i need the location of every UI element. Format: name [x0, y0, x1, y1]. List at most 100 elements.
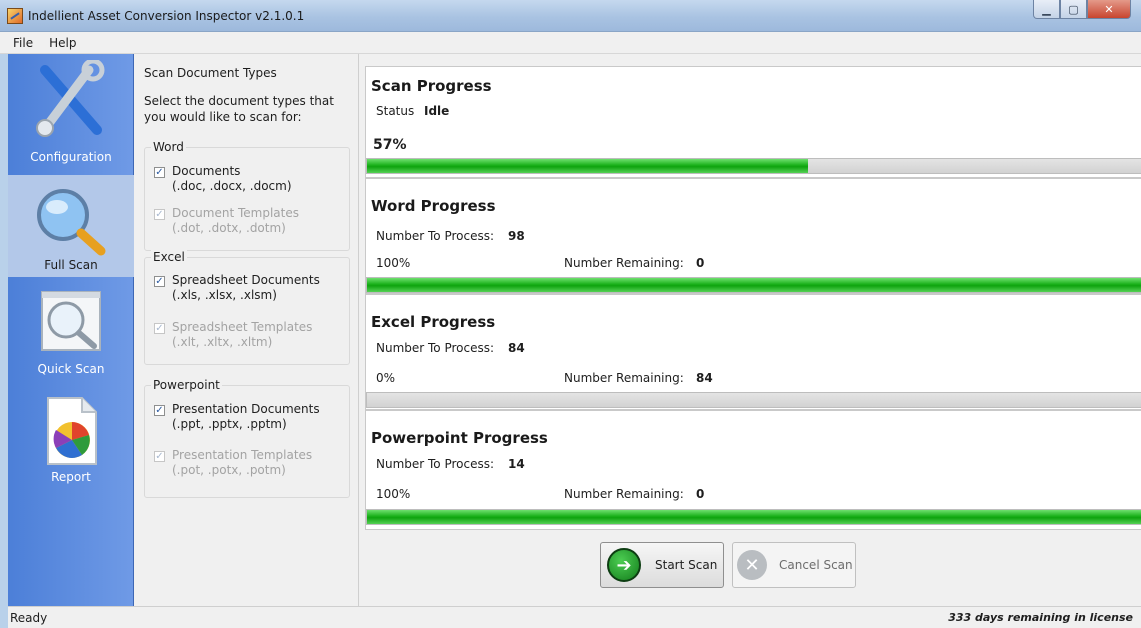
- checkbox-icon[interactable]: ✓: [154, 167, 165, 178]
- client-area: Configuration Full Scan Quick Scan Repor…: [8, 54, 1141, 606]
- status-bar: Ready 333 days remaining in license: [8, 606, 1141, 628]
- excel-remaining-label: Number Remaining:: [564, 371, 684, 385]
- magnifier-window-icon: [41, 291, 101, 351]
- panel-scan-progress: Scan Progress Status Idle 57%: [365, 66, 1141, 178]
- checkbox-ext: (.xlt, .xltx, .xltm): [172, 335, 273, 349]
- options-heading: Scan Document Types: [144, 66, 277, 80]
- magnifier-icon: [37, 189, 106, 256]
- status-text: Ready: [10, 611, 48, 625]
- checkbox-label: Document Templates: [172, 206, 299, 220]
- group-title-excel: Excel: [151, 250, 187, 264]
- checkbox-icon: ✓: [154, 323, 165, 334]
- checkbox-label: Presentation Templates: [172, 448, 313, 462]
- menu-help[interactable]: Help: [41, 36, 84, 50]
- word-progress-title: Word Progress: [371, 197, 496, 215]
- checkbox-excel-documents[interactable]: ✓ Spreadsheet Documents (.xls, .xlsx, .xl…: [154, 273, 320, 303]
- powerpoint-progress-title: Powerpoint Progress: [371, 429, 548, 447]
- cancel-scan-button[interactable]: ✕ Cancel Scan: [732, 542, 856, 588]
- checkbox-label: Spreadsheet Documents: [172, 273, 320, 287]
- nav-item-quick-scan[interactable]: Quick Scan: [8, 280, 134, 390]
- excel-to-process-label: Number To Process:: [376, 341, 495, 355]
- checkbox-ext: (.dot, .dotx, .dotm): [172, 221, 286, 235]
- scan-progress-title: Scan Progress: [371, 77, 492, 95]
- window-controls: ▁ ▢ ✕: [1033, 0, 1131, 20]
- powerpoint-progress-bar: [366, 509, 1141, 525]
- scan-progress-fill: [367, 159, 809, 173]
- checkbox-word-templates: ✓ Document Templates (.dot, .dotx, .dotm): [154, 206, 299, 236]
- powerpoint-progress-fill: [367, 510, 1141, 524]
- cancel-scan-label: Cancel Scan: [779, 558, 853, 572]
- checkbox-ext: (.xls, .xlsx, .xlsm): [172, 288, 277, 302]
- checkbox-powerpoint-templates: ✓ Presentation Templates (.pot, .potx, .p…: [154, 448, 312, 478]
- checkbox-label: Presentation Documents: [172, 402, 320, 416]
- group-title-powerpoint: Powerpoint: [151, 378, 222, 392]
- wrench-screwdriver-icon: [36, 60, 105, 137]
- panel-excel-progress: Excel Progress Number To Process: 84 0% …: [365, 294, 1141, 410]
- close-button[interactable]: ✕: [1087, 0, 1131, 19]
- status-value: Idle: [424, 104, 450, 118]
- scan-percent: 57%: [373, 137, 407, 153]
- word-to-process-label: Number To Process:: [376, 229, 495, 243]
- start-scan-button[interactable]: ➔ Start Scan: [600, 542, 724, 588]
- nav-label-configuration: Configuration: [30, 150, 112, 164]
- left-nav: Configuration Full Scan Quick Scan Repor…: [8, 54, 134, 606]
- license-text: 333 days remaining in license: [948, 611, 1133, 624]
- checkbox-powerpoint-documents[interactable]: ✓ Presentation Documents (.ppt, .pptx, .p…: [154, 402, 320, 432]
- checkbox-label: Spreadsheet Templates: [172, 320, 313, 334]
- checkbox-icon[interactable]: ✓: [154, 276, 165, 287]
- powerpoint-percent: 100%: [376, 487, 411, 501]
- menu-bar: File Help: [0, 32, 1141, 54]
- nav-label-report: Report: [51, 470, 91, 484]
- options-description: Select the document types that you would…: [144, 94, 334, 124]
- excel-progress-title: Excel Progress: [371, 313, 496, 331]
- status-label: Status: [376, 104, 415, 118]
- excel-percent: 0%: [376, 371, 396, 385]
- checkbox-icon: ✓: [154, 451, 165, 462]
- powerpoint-remaining-label: Number Remaining:: [564, 487, 684, 501]
- pie-chart-report-icon: [47, 397, 97, 465]
- close-icon: ✕: [1104, 2, 1114, 16]
- nav-item-full-scan[interactable]: Full Scan: [8, 175, 134, 277]
- word-progress-bar: [366, 277, 1141, 293]
- powerpoint-remaining-value: 0: [696, 487, 705, 501]
- checkbox-excel-templates: ✓ Spreadsheet Templates (.xlt, .xltx, .xl…: [154, 320, 312, 350]
- nav-item-report[interactable]: Report: [8, 392, 134, 492]
- minimize-icon: ▁: [1042, 2, 1051, 16]
- maximize-icon: ▢: [1068, 2, 1079, 16]
- checkbox-icon: ✓: [154, 209, 165, 220]
- excel-to-process-value: 84: [508, 341, 525, 355]
- nav-label-full-scan: Full Scan: [44, 258, 98, 272]
- checkbox-word-documents[interactable]: ✓ Documents (.doc, .docx, .docm): [154, 164, 292, 194]
- group-title-word: Word: [151, 140, 186, 154]
- scan-options-panel: Scan Document Types Select the document …: [134, 54, 358, 606]
- arrow-right-circle-icon: ➔: [607, 548, 641, 582]
- panel-word-progress: Word Progress Number To Process: 98 100%…: [365, 178, 1141, 294]
- word-percent: 100%: [376, 256, 411, 270]
- menu-file[interactable]: File: [5, 36, 41, 50]
- word-progress-fill: [367, 278, 1141, 292]
- app-icon: [7, 8, 23, 24]
- nav-item-configuration[interactable]: Configuration: [8, 54, 134, 172]
- progress-area: Scan Progress Status Idle 57% Word Progr…: [358, 54, 1141, 606]
- excel-progress-bar: [366, 392, 1141, 408]
- x-circle-icon: ✕: [737, 550, 767, 580]
- excel-remaining-value: 84: [696, 371, 713, 385]
- word-to-process-value: 98: [508, 229, 525, 243]
- maximize-button[interactable]: ▢: [1060, 0, 1087, 19]
- word-remaining-value: 0: [696, 256, 705, 270]
- panel-powerpoint-progress: Powerpoint Progress Number To Process: 1…: [365, 410, 1141, 530]
- checkbox-ext: (.ppt, .pptx, .pptm): [172, 417, 287, 431]
- powerpoint-to-process-value: 14: [508, 457, 525, 471]
- scan-progress-bar: [366, 158, 1141, 174]
- minimize-button[interactable]: ▁: [1033, 0, 1060, 19]
- checkbox-label: Documents: [172, 164, 241, 178]
- window-title: Indellient Asset Conversion Inspector v2…: [28, 9, 305, 23]
- start-scan-label: Start Scan: [655, 558, 718, 572]
- checkbox-ext: (.pot, .potx, .potm): [172, 463, 286, 477]
- checkbox-ext: (.doc, .docx, .docm): [172, 179, 292, 193]
- nav-label-quick-scan: Quick Scan: [37, 362, 105, 376]
- word-remaining-label: Number Remaining:: [564, 256, 684, 270]
- checkbox-icon[interactable]: ✓: [154, 405, 165, 416]
- powerpoint-to-process-label: Number To Process:: [376, 457, 495, 471]
- title-bar: Indellient Asset Conversion Inspector v2…: [0, 0, 1141, 32]
